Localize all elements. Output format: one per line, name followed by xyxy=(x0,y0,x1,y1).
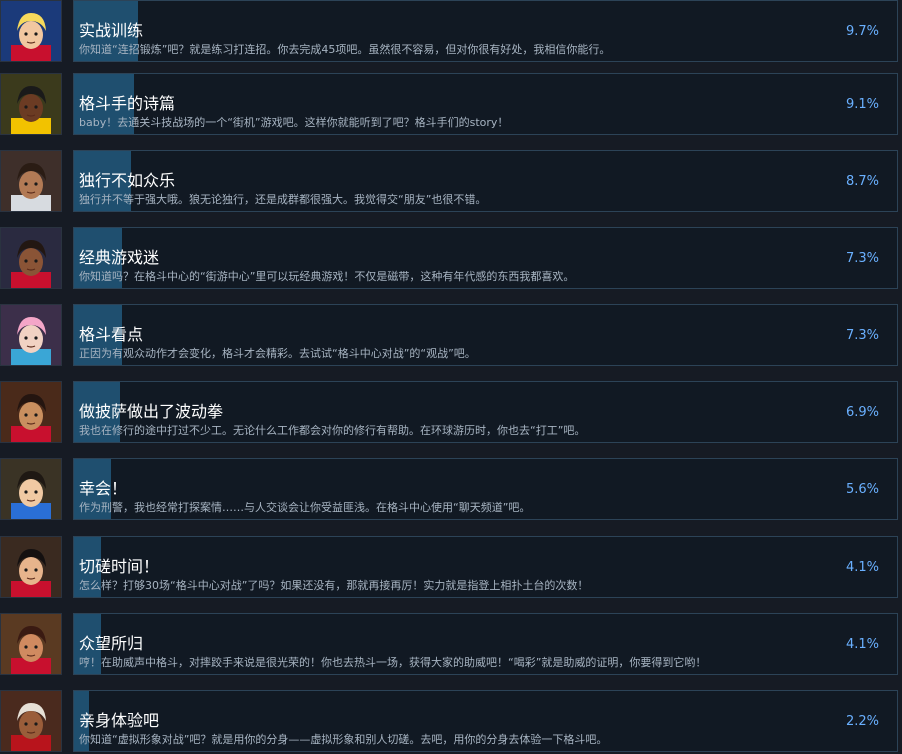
achievement-row[interactable]: 众望所归哼！在助威声中格斗，对摔跤手来说是很光荣的！你也去热斗一场，获得大家的助… xyxy=(0,613,902,677)
unlock-percentage: 7.3% xyxy=(845,328,879,343)
achievement-title: 格斗看点 xyxy=(79,325,144,344)
achievement-description: 哼！在助威声中格斗，对摔跤手来说是很光荣的！你也去热斗一场，获得大家的助威吧！“… xyxy=(79,656,707,669)
achievement-card: 格斗手的诗篇 baby！去通关斗技战场的一个“街机”游戏吧。这样你就能听到了吧？格… xyxy=(73,73,898,135)
achievement-row[interactable]: 独行不如众乐独行并不等于强大哦。狼无论独行，还是成群都很强大。我觉得交“朋友”也… xyxy=(0,150,902,214)
achievement-row[interactable]: 格斗手的诗篇 baby！去通关斗技战场的一个“街机”游戏吧。这样你就能听到了吧？格… xyxy=(0,73,902,137)
unlock-percentage: 5.6% xyxy=(845,482,879,497)
unlock-percentage: 9.1% xyxy=(845,97,879,112)
unlock-percentage: 4.1% xyxy=(845,637,879,652)
unlock-percentage: 8.7% xyxy=(845,174,879,189)
achievement-title: 众望所归 xyxy=(79,634,144,653)
achievement-title: 实战训练 xyxy=(79,21,144,40)
fighter-dhalsim-icon xyxy=(0,690,62,752)
achievement-card: 幸会！ 作为刑警，我也经常打探案情……与人交谈会让你受益匪浅。在格斗中心使用“聊天… xyxy=(73,458,898,520)
achievement-row[interactable]: 实战训练你知道“连招锻炼”吧？就是练习打连招。你去完成45项吧。虽然很不容易，但… xyxy=(0,0,902,64)
achievement-card: 切磋时间！ 怎么样？打够30场“格斗中心对战”了吗？如果还没有，那就再接再厉！实力… xyxy=(73,536,898,598)
achievement-title: 幸会！ xyxy=(79,479,128,498)
fighter-ehonda-icon xyxy=(0,536,62,598)
achievement-row[interactable]: 切磋时间！ 怎么样？打够30场“格斗中心对战”了吗？如果还没有，那就再接再厉！实力… xyxy=(0,536,902,600)
achievement-list: 实战训练你知道“连招锻炼”吧？就是练习打连招。你去完成45项吧。虽然很不容易，但… xyxy=(0,0,902,754)
achievement-card: 实战训练你知道“连招锻炼”吧？就是练习打连招。你去完成45项吧。虽然很不容易，但… xyxy=(73,0,898,62)
fighter-ryu-icon xyxy=(0,381,62,443)
achievement-title: 做披萨做出了波动拳 xyxy=(79,402,224,421)
achievement-row[interactable]: 做披萨做出了波动拳我也在修行的途中打过不少工。无论什么工作都会对你的修行有帮助。… xyxy=(0,381,902,445)
achievement-row[interactable]: 格斗看点正因为有观众动作才会变化，格斗才会精彩。去试试“格斗中心对战”的“观战”… xyxy=(0,304,902,368)
achievement-description: 我也在修行的途中打过不少工。无论什么工作都会对你的修行有帮助。在环球游历时，你也… xyxy=(79,424,586,437)
achievement-row[interactable]: 亲身体验吧你知道“虚拟形象对战”吧？就是用你的分身——虚拟形象和别人切磋。去吧，… xyxy=(0,690,902,754)
unlock-percentage: 9.7% xyxy=(845,24,879,39)
fighter-deejay-icon xyxy=(0,73,62,135)
achievement-card: 格斗看点正因为有观众动作才会变化，格斗才会精彩。去试试“格斗中心对战”的“观战”… xyxy=(73,304,898,366)
achievement-card: 做披萨做出了波动拳我也在修行的途中打过不少工。无论什么工作都会对你的修行有帮助。… xyxy=(73,381,898,443)
unlock-percentage: 4.1% xyxy=(845,560,879,575)
achievement-card: 亲身体验吧你知道“虚拟形象对战”吧？就是用你的分身——虚拟形象和别人切磋。去吧，… xyxy=(73,690,898,752)
achievement-card: 独行不如众乐独行并不等于强大哦。狼无论独行，还是成群都很强大。我觉得交“朋友”也… xyxy=(73,150,898,212)
unlock-percentage: 7.3% xyxy=(845,251,879,266)
achievement-title: 独行不如众乐 xyxy=(79,171,176,190)
achievement-description: baby！去通关斗技战场的一个“街机”游戏吧。这样你就能听到了吧？格斗手们的st… xyxy=(79,116,509,129)
achievement-title: 格斗手的诗篇 xyxy=(79,94,176,113)
fighter-cammy-icon xyxy=(0,0,62,62)
fighter-kimberly-icon xyxy=(0,227,62,289)
unlock-percentage: 2.2% xyxy=(845,714,879,729)
achievement-description: 正因为有观众动作才会变化，格斗才会精彩。去试试“格斗中心对战”的“观战”吧。 xyxy=(79,347,476,360)
fighter-chunli-icon xyxy=(0,458,62,520)
achievement-row[interactable]: 幸会！ 作为刑警，我也经常打探案情……与人交谈会让你受益匪浅。在格斗中心使用“聊天… xyxy=(0,458,902,522)
achievement-row[interactable]: 经典游戏迷你知道吗？在格斗中心的“街游中心”里可以玩经典游戏！不仅是磁带，这种有… xyxy=(0,227,902,291)
fighter-zangief-icon xyxy=(0,613,62,675)
unlock-percentage: 6.9% xyxy=(845,405,879,420)
achievement-description: 独行并不等于强大哦。狼无论独行，还是成群都很强大。我觉得交“朋友”也很不错。 xyxy=(79,193,487,206)
achievement-card: 众望所归哼！在助威声中格斗，对摔跤手来说是很光荣的！你也去热斗一场，获得大家的助… xyxy=(73,613,898,675)
achievement-description: 作为刑警，我也经常打探案情……与人交谈会让你受益匪浅。在格斗中心使用“聊天频道”… xyxy=(79,501,531,514)
achievement-title: 切磋时间！ xyxy=(79,557,160,576)
achievement-description: 怎么样？打够30场“格斗中心对战”了吗？如果还没有，那就再接再厉！实力就是指登上… xyxy=(79,579,589,592)
achievement-title: 亲身体验吧 xyxy=(79,711,160,730)
fighter-lily-icon xyxy=(0,150,62,212)
fighter-manon-icon xyxy=(0,304,62,366)
achievement-title: 经典游戏迷 xyxy=(79,248,160,267)
achievement-card: 经典游戏迷你知道吗？在格斗中心的“街游中心”里可以玩经典游戏！不仅是磁带，这种有… xyxy=(73,227,898,289)
achievement-description: 你知道“虚拟形象对战”吧？就是用你的分身——虚拟形象和别人切磋。去吧，用你的分身… xyxy=(79,733,608,746)
achievement-description: 你知道吗？在格斗中心的“街游中心”里可以玩经典游戏！不仅是磁带，这种有年代感的东… xyxy=(79,270,575,283)
achievement-description: 你知道“连招锻炼”吧？就是练习打连招。你去完成45项吧。虽然很不容易，但对你很有… xyxy=(79,43,611,56)
